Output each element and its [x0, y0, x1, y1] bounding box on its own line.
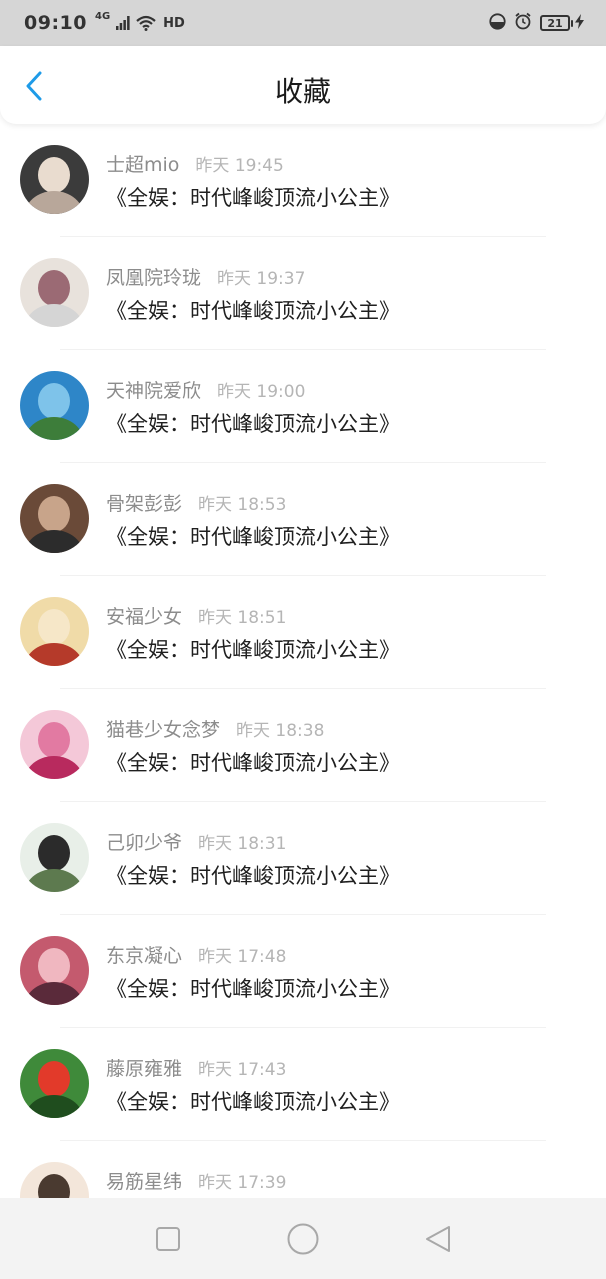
book-title[interactable]: 《全娱：时代峰峻顶流小公主》 [106, 182, 400, 212]
avatar[interactable] [20, 484, 89, 553]
back-nav-button[interactable] [418, 1219, 458, 1259]
home-button[interactable] [283, 1219, 323, 1259]
book-title[interactable]: 《全娱：时代峰峻顶流小公主》 [106, 634, 400, 664]
item-meta: 己卯少爷 昨天 18:31 [106, 828, 286, 855]
timestamp: 昨天 17:39 [198, 1173, 287, 1193]
book-title[interactable]: 《全娱：时代峰峻顶流小公主》 [106, 521, 400, 551]
username[interactable]: 骨架彭彭 [106, 489, 182, 516]
page-title: 收藏 [274, 75, 331, 108]
book-title[interactable]: 《全娱：时代峰峻顶流小公主》 [106, 973, 400, 1003]
username[interactable]: 易筋星纬 [106, 1167, 182, 1194]
system-nav-bar [0, 1198, 606, 1279]
book-title[interactable]: 《全娱：时代峰峻顶流小公主》 [106, 747, 400, 777]
book-title[interactable]: 《全娱：时代峰峻顶流小公主》 [106, 295, 400, 325]
avatar[interactable] [20, 597, 89, 666]
data-saver-icon [489, 12, 506, 34]
avatar[interactable] [20, 1162, 89, 1198]
timestamp: 昨天 17:48 [198, 947, 287, 967]
username[interactable]: 士超mio [106, 150, 179, 177]
avatar[interactable] [20, 1049, 89, 1118]
network-type: 4G [94, 11, 111, 22]
signal-icon [116, 16, 130, 30]
status-left: 09:10 4G HD [24, 11, 185, 35]
timestamp: 昨天 19:00 [217, 382, 306, 402]
list-item[interactable]: 士超mio 昨天 19:45 《全娱：时代峰峻顶流小公主》 [0, 124, 606, 237]
username[interactable]: 猫巷少女念梦 [106, 715, 220, 742]
list-item[interactable]: 安福少女 昨天 18:51 《全娱：时代峰峻顶流小公主》 [0, 576, 606, 689]
timestamp: 昨天 18:53 [198, 495, 287, 515]
item-meta: 天神院爱欣 昨天 19:00 [106, 376, 305, 403]
circle-home-icon [287, 1223, 319, 1254]
timestamp: 昨天 18:38 [236, 721, 325, 741]
username[interactable]: 凤凰院玲珑 [106, 263, 201, 290]
list-item[interactable]: 东京凝心 昨天 17:48 《全娱：时代峰峻顶流小公主》 [0, 915, 606, 1028]
item-meta: 东京凝心 昨天 17:48 [106, 941, 286, 968]
timestamp: 昨天 19:37 [217, 269, 306, 289]
list-item[interactable]: 猫巷少女念梦 昨天 18:38 《全娱：时代峰峻顶流小公主》 [0, 689, 606, 802]
book-title[interactable]: 《全娱：时代峰峻顶流小公主》 [106, 408, 400, 438]
alarm-icon [514, 12, 532, 34]
wifi-icon [136, 15, 156, 31]
timestamp: 昨天 19:45 [195, 156, 284, 176]
battery-level: 21 [540, 15, 570, 31]
username[interactable]: 东京凝心 [106, 941, 182, 968]
item-meta: 安福少女 昨天 18:51 [106, 602, 286, 629]
triangle-back-icon [426, 1225, 451, 1252]
username[interactable]: 藤原雍雅 [106, 1054, 182, 1081]
square-recents-icon [155, 1226, 180, 1251]
avatar[interactable] [20, 145, 89, 214]
hd-badge: HD [163, 15, 185, 31]
item-meta: 凤凰院玲珑 昨天 19:37 [106, 263, 305, 290]
username[interactable]: 己卯少爷 [106, 828, 182, 855]
charging-icon [575, 13, 584, 33]
list-item[interactable]: 天神院爱欣 昨天 19:00 《全娱：时代峰峻顶流小公主》 [0, 350, 606, 463]
status-bar: 09:10 4G HD 21 [0, 0, 606, 46]
timestamp: 昨天 18:51 [198, 608, 287, 628]
item-meta: 易筋星纬 昨天 17:39 [106, 1167, 286, 1194]
page-header: 收藏 [0, 46, 606, 124]
list-item[interactable]: 凤凰院玲珑 昨天 19:37 《全娱：时代峰峻顶流小公主》 [0, 237, 606, 350]
recents-button[interactable] [148, 1219, 188, 1259]
item-meta: 藤原雍雅 昨天 17:43 [106, 1054, 286, 1081]
username[interactable]: 安福少女 [106, 602, 182, 629]
avatar[interactable] [20, 258, 89, 327]
status-time: 09:10 [24, 12, 87, 34]
list-item[interactable]: 藤原雍雅 昨天 17:43 《全娱：时代峰峻顶流小公主》 [0, 1028, 606, 1141]
avatar[interactable] [20, 823, 89, 892]
avatar[interactable] [20, 710, 89, 779]
favorites-list[interactable]: 士超mio 昨天 19:45 《全娱：时代峰峻顶流小公主》 凤凰院玲珑 昨天 19:37… [0, 124, 606, 1198]
item-meta: 骨架彭彭 昨天 18:53 [106, 489, 286, 516]
item-meta: 士超mio 昨天 19:45 [106, 150, 284, 177]
timestamp: 昨天 18:31 [198, 834, 287, 854]
avatar[interactable] [20, 936, 89, 1005]
avatar[interactable] [20, 371, 89, 440]
list-item[interactable]: 易筋星纬昨天 17:39《全娱：时代峰峻顶流小公主》 [0, 1141, 606, 1198]
item-meta: 猫巷少女念梦 昨天 18:38 [106, 715, 324, 742]
book-title[interactable]: 《全娱：时代峰峻顶流小公主》 [106, 860, 400, 890]
battery-icon: 21 [540, 13, 584, 33]
book-title[interactable]: 《全娱：时代峰峻顶流小公主》 [106, 1086, 400, 1116]
username[interactable]: 天神院爱欣 [106, 376, 201, 403]
status-right: 21 [489, 12, 584, 34]
list-item[interactable]: 骨架彭彭 昨天 18:53 《全娱：时代峰峻顶流小公主》 [0, 463, 606, 576]
list-item[interactable]: 己卯少爷 昨天 18:31 《全娱：时代峰峻顶流小公主》 [0, 802, 606, 915]
timestamp: 昨天 17:43 [198, 1060, 287, 1080]
